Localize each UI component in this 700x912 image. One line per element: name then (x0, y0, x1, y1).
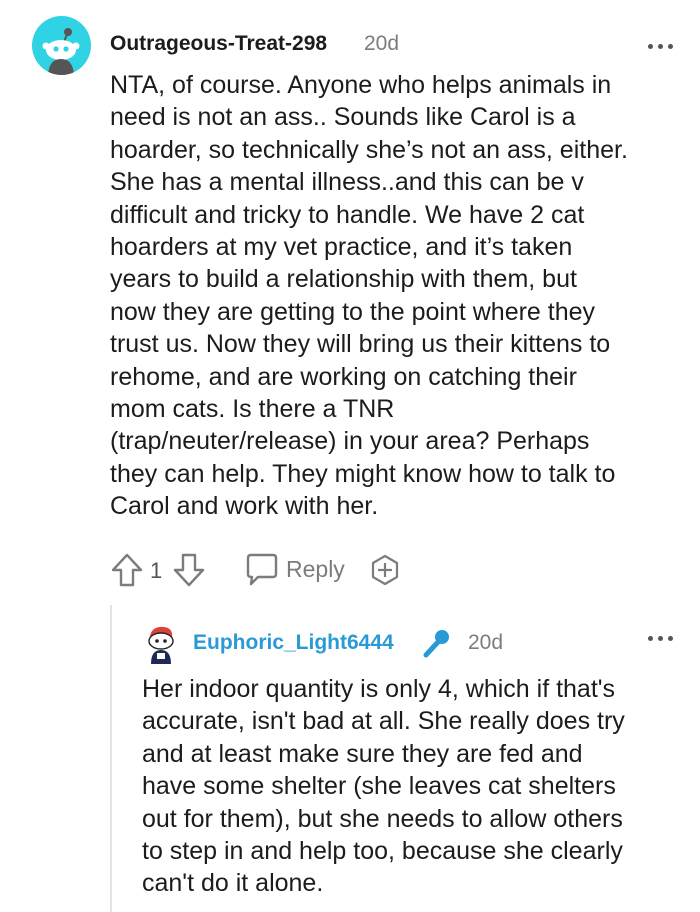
reply-line: Her indoor quantity is only 4, which if … (142, 675, 616, 703)
more-options-icon[interactable] (648, 44, 678, 52)
comment-line: they can help. They might know how to ta… (110, 459, 616, 488)
reply-timestamp: 20d (468, 631, 504, 654)
reply-line: can't do it alone. (142, 869, 324, 898)
reply-line: and at least make sure they are fed and (142, 739, 583, 768)
comment-action-bar: 1 Reply (110, 550, 410, 590)
comment-line: trust us. Now they will bring us their k… (110, 330, 611, 359)
comment-line: mom cats. Is there a TNR (110, 395, 395, 424)
more-dot (668, 44, 673, 49)
more-dot (658, 44, 663, 49)
comment-line: years to build a relationship with them,… (110, 265, 577, 294)
more-dot (658, 636, 663, 641)
comment-author[interactable]: Outrageous-Treat-298 (110, 32, 327, 56)
comment-line: difficult and tricky to handle. We have … (110, 200, 585, 229)
comment-line: need is not an ass.. Sounds like Carol i… (110, 103, 576, 132)
comment-line: hoarder, so technically she’s not an ass… (110, 135, 628, 164)
reply-body: Her indoor quantity is only 4, which if … (142, 673, 692, 900)
downvote-arrow-icon[interactable] (172, 550, 206, 590)
more-options-icon[interactable] (648, 636, 678, 644)
snoo-avatar-icon[interactable] (142, 624, 180, 664)
more-dot (668, 636, 673, 641)
comment-thread: Outrageous-Treat-298 20d NTA, of course.… (0, 0, 700, 912)
comment-line: Carol and work with her. (110, 492, 379, 521)
comment-line: She has a mental illness..and this can b… (110, 168, 584, 197)
award-plus-icon[interactable] (368, 550, 402, 590)
reply-line: out for them), but she needs to allow ot… (142, 804, 623, 833)
microphone-icon (420, 626, 454, 660)
reply-button[interactable]: Reply (286, 556, 345, 583)
comment-body: NTA, of course. Anyone who helps animals… (110, 69, 690, 523)
upvote-arrow-icon[interactable] (110, 550, 144, 590)
comment-timestamp: 20d (364, 32, 400, 55)
reply-bubble-icon[interactable] (242, 550, 282, 590)
vote-count: 1 (150, 558, 163, 583)
comment-line: now they are getting to the point where … (110, 297, 596, 326)
reply-author[interactable]: Euphoric_Light6444 (193, 631, 394, 655)
reply-line: have some shelter (she leaves cat shelte… (142, 772, 616, 801)
reply-line: accurate, isn't bad at all. She really d… (142, 707, 625, 736)
reply-line: to step in and help too, because she cle… (142, 837, 623, 866)
comment-line: hoarders at my vet practice, and it’s ta… (110, 233, 573, 262)
more-dot (648, 44, 653, 49)
snoo-avatar-icon[interactable] (32, 16, 91, 75)
thread-line[interactable] (110, 605, 112, 912)
comment-line: NTA, of course. Anyone who helps animals… (110, 71, 612, 99)
comment-line: rehome, and are working on catching thei… (110, 362, 577, 391)
comment-line: (trap/neuter/release) in your area? Perh… (110, 427, 590, 456)
more-dot (648, 636, 653, 641)
